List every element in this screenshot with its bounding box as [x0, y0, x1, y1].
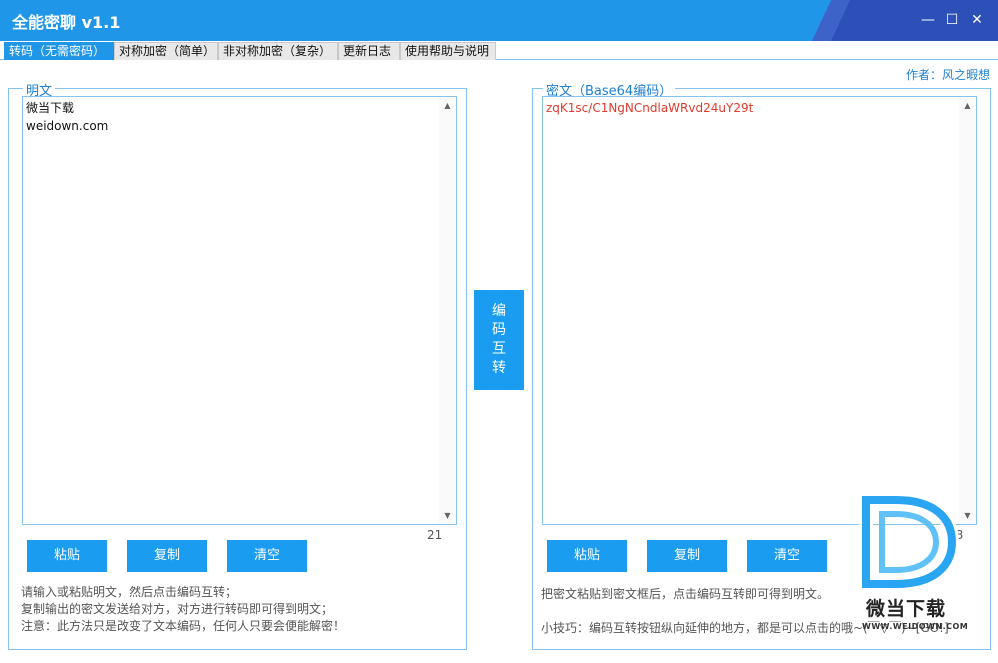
plaintext-hint-line: 请输入或粘贴明文，然后点击编码互转；: [21, 585, 238, 599]
plaintext-copy-button[interactable]: 复制: [127, 540, 207, 572]
ciphertext-copy-button[interactable]: 复制: [647, 540, 727, 572]
minimize-icon[interactable]: —: [920, 12, 936, 28]
plaintext-char-count: 21: [427, 528, 443, 542]
tab-symmetric[interactable]: 对称加密（简单）: [114, 42, 218, 60]
plaintext-hint-line: 注意：此方法只是改变了文本编码，任何人只要会便能解密！: [21, 619, 346, 633]
tab-transcode[interactable]: 转码（无需密码）: [4, 42, 114, 60]
scroll-down-icon[interactable]: ▼: [439, 507, 456, 524]
ciphertext-hint-line: 把密文粘贴到密文框后，点击编码互转即可得到明文。: [541, 587, 830, 601]
ciphertext-scrollbar[interactable]: ▲ ▼: [959, 97, 976, 524]
plaintext-hints: 请输入或粘贴明文，然后点击编码互转； 复制输出的密文发送给对方，对方进行转码即可…: [21, 584, 345, 635]
convert-button[interactable]: 编 码 互 转: [474, 290, 524, 390]
tab-asymmetric[interactable]: 非对称加密（复杂）: [218, 42, 338, 60]
scroll-up-icon[interactable]: ▲: [959, 97, 976, 114]
plaintext-paste-button[interactable]: 粘贴: [27, 540, 107, 572]
ciphertext-textarea[interactable]: zqK1sc/C1NgNCndlaWRvd24uY29t ▲ ▼: [542, 96, 977, 525]
ciphertext-clear-button[interactable]: 清空: [747, 540, 827, 572]
author-credit: 作者：风之暇想: [905, 68, 990, 82]
maximize-icon[interactable]: ☐: [944, 12, 960, 28]
ciphertext-paste-button[interactable]: 粘贴: [547, 540, 627, 572]
tab-bar: 转码（无需密码） 对称加密（简单） 非对称加密（复杂） 更新日志 使用帮助与说明: [0, 41, 998, 60]
ciphertext-content[interactable]: zqK1sc/C1NgNCndlaWRvd24uY29t: [546, 99, 956, 117]
close-icon[interactable]: ✕: [969, 12, 985, 28]
app-title: 全能密聊 v1.1: [12, 13, 121, 32]
title-bar: 全能密聊 v1.1 — ☐ ✕: [0, 0, 998, 41]
plaintext-clear-button[interactable]: 清空: [227, 540, 307, 572]
watermark-brand: 微当下载: [866, 598, 947, 620]
convert-button-char: 码: [492, 322, 506, 338]
convert-button-char: 互: [492, 341, 506, 357]
scroll-up-icon[interactable]: ▲: [439, 97, 456, 114]
tab-help[interactable]: 使用帮助与说明: [400, 42, 496, 60]
watermark-url: WWW.WEIDOWN.COM: [862, 622, 969, 631]
plaintext-content[interactable]: 微当下载 weidown.com: [26, 99, 436, 135]
tab-changelog[interactable]: 更新日志: [338, 42, 400, 60]
plaintext-scrollbar[interactable]: ▲ ▼: [439, 97, 456, 524]
convert-button-char: 编: [492, 303, 506, 319]
convert-button-char: 转: [492, 360, 506, 376]
plaintext-textarea[interactable]: 微当下载 weidown.com ▲ ▼: [22, 96, 457, 525]
plaintext-hint-line: 复制输出的密文发送给对方，对方进行转码即可得到明文；: [21, 602, 334, 616]
